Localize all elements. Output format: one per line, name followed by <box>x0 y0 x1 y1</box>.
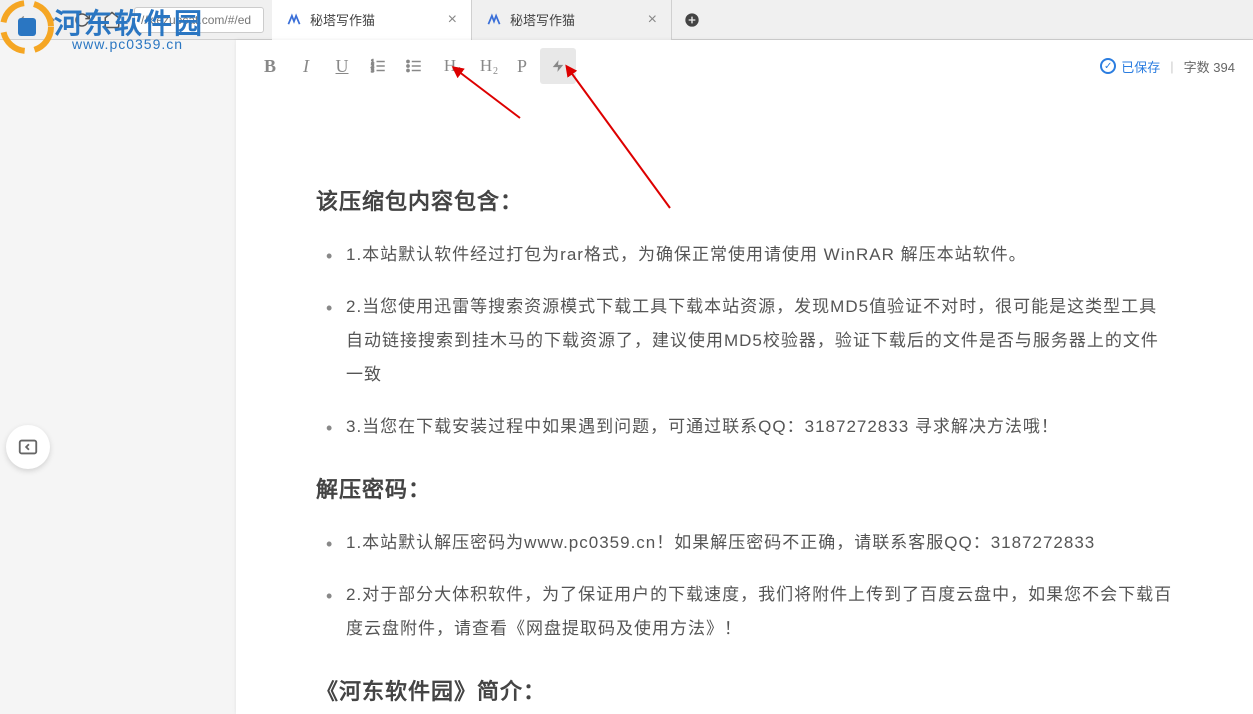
address-bar[interactable]: //xiezuocat.com/#/ed <box>134 7 264 33</box>
tab-title-2: 秘塔写作猫 <box>510 10 640 29</box>
tab-2[interactable]: 秘塔写作猫 × <box>472 0 672 40</box>
tab-favicon-1 <box>286 12 302 28</box>
list-2: 1.本站默认解压密码为www.pc0359.cn！如果解压密码不正确，请联系客服… <box>316 526 1173 646</box>
nav-controls <box>0 10 134 30</box>
status-divider: | <box>1170 59 1173 74</box>
bold-button[interactable]: B <box>252 48 288 84</box>
h2-button[interactable]: H2 <box>468 48 504 84</box>
reload-button[interactable] <box>72 10 92 30</box>
tab-strip: 秘塔写作猫 × 秘塔写作猫 × <box>272 0 712 40</box>
tab-close-2[interactable]: × <box>648 11 657 29</box>
list-item: 1.本站默认解压密码为www.pc0359.cn！如果解压密码不正确，请联系客服… <box>346 526 1173 560</box>
url-text: //xiezuocat.com/#/ed <box>141 13 251 27</box>
h1-button[interactable]: H1 <box>432 48 468 84</box>
list-item: 3.当您在下载安装过程中如果遇到问题，可通过联系QQ：3187272833 寻求… <box>346 410 1173 444</box>
wordcount: 字数 394 <box>1184 57 1235 76</box>
tab-title-1: 秘塔写作猫 <box>310 10 440 29</box>
check-icon: ✓ <box>1100 58 1116 74</box>
tab-favicon-2 <box>486 12 502 28</box>
forward-button[interactable] <box>42 10 62 30</box>
editor-panel: B I U 123 H1 H2 P ✓ 已保存 | 字数 394 该压缩包内容包… <box>236 40 1253 714</box>
saved-status: ✓ 已保存 <box>1100 57 1160 76</box>
toolbar-status: ✓ 已保存 | 字数 394 <box>1100 57 1235 76</box>
heading-package-contents: 该压缩包内容包含： <box>316 184 1173 216</box>
italic-button[interactable]: I <box>288 48 324 84</box>
collapse-sidebar-button[interactable] <box>6 425 50 469</box>
paragraph-button[interactable]: P <box>504 48 540 84</box>
browser-chrome: //xiezuocat.com/#/ed 秘塔写作猫 × 秘塔写作猫 × <box>0 0 1253 40</box>
editor-toolbar: B I U 123 H1 H2 P ✓ 已保存 | 字数 394 <box>236 40 1253 92</box>
heading-intro: 《河东软件园》简介： <box>316 674 1173 706</box>
list-1: 1.本站默认软件经过打包为rar格式，为确保正常使用请使用 WinRAR 解压本… <box>316 238 1173 444</box>
lightning-button[interactable] <box>540 48 576 84</box>
list-item: 1.本站默认软件经过打包为rar格式，为确保正常使用请使用 WinRAR 解压本… <box>346 238 1173 272</box>
add-tab-button[interactable] <box>672 0 712 40</box>
svg-text:3: 3 <box>371 68 374 74</box>
document-content[interactable]: 该压缩包内容包含： 1.本站默认软件经过打包为rar格式，为确保正常使用请使用 … <box>236 92 1253 714</box>
underline-button[interactable]: U <box>324 48 360 84</box>
main-area: B I U 123 H1 H2 P ✓ 已保存 | 字数 394 该压缩包内容包… <box>0 40 1253 714</box>
tab-1[interactable]: 秘塔写作猫 × <box>272 0 472 40</box>
home-button[interactable] <box>102 10 122 30</box>
unordered-list-button[interactable] <box>396 48 432 84</box>
saved-label: 已保存 <box>1121 57 1160 76</box>
list-item: 2.当您使用迅雷等搜索资源模式下载工具下载本站资源，发现MD5值验证不对时，很可… <box>346 290 1173 392</box>
heading-unzip-password: 解压密码： <box>316 472 1173 504</box>
ordered-list-button[interactable]: 123 <box>360 48 396 84</box>
back-button[interactable] <box>12 10 32 30</box>
tab-close-1[interactable]: × <box>448 11 457 29</box>
list-item: 2.对于部分大体积软件，为了保证用户的下载速度，我们将附件上传到了百度云盘中，如… <box>346 578 1173 646</box>
